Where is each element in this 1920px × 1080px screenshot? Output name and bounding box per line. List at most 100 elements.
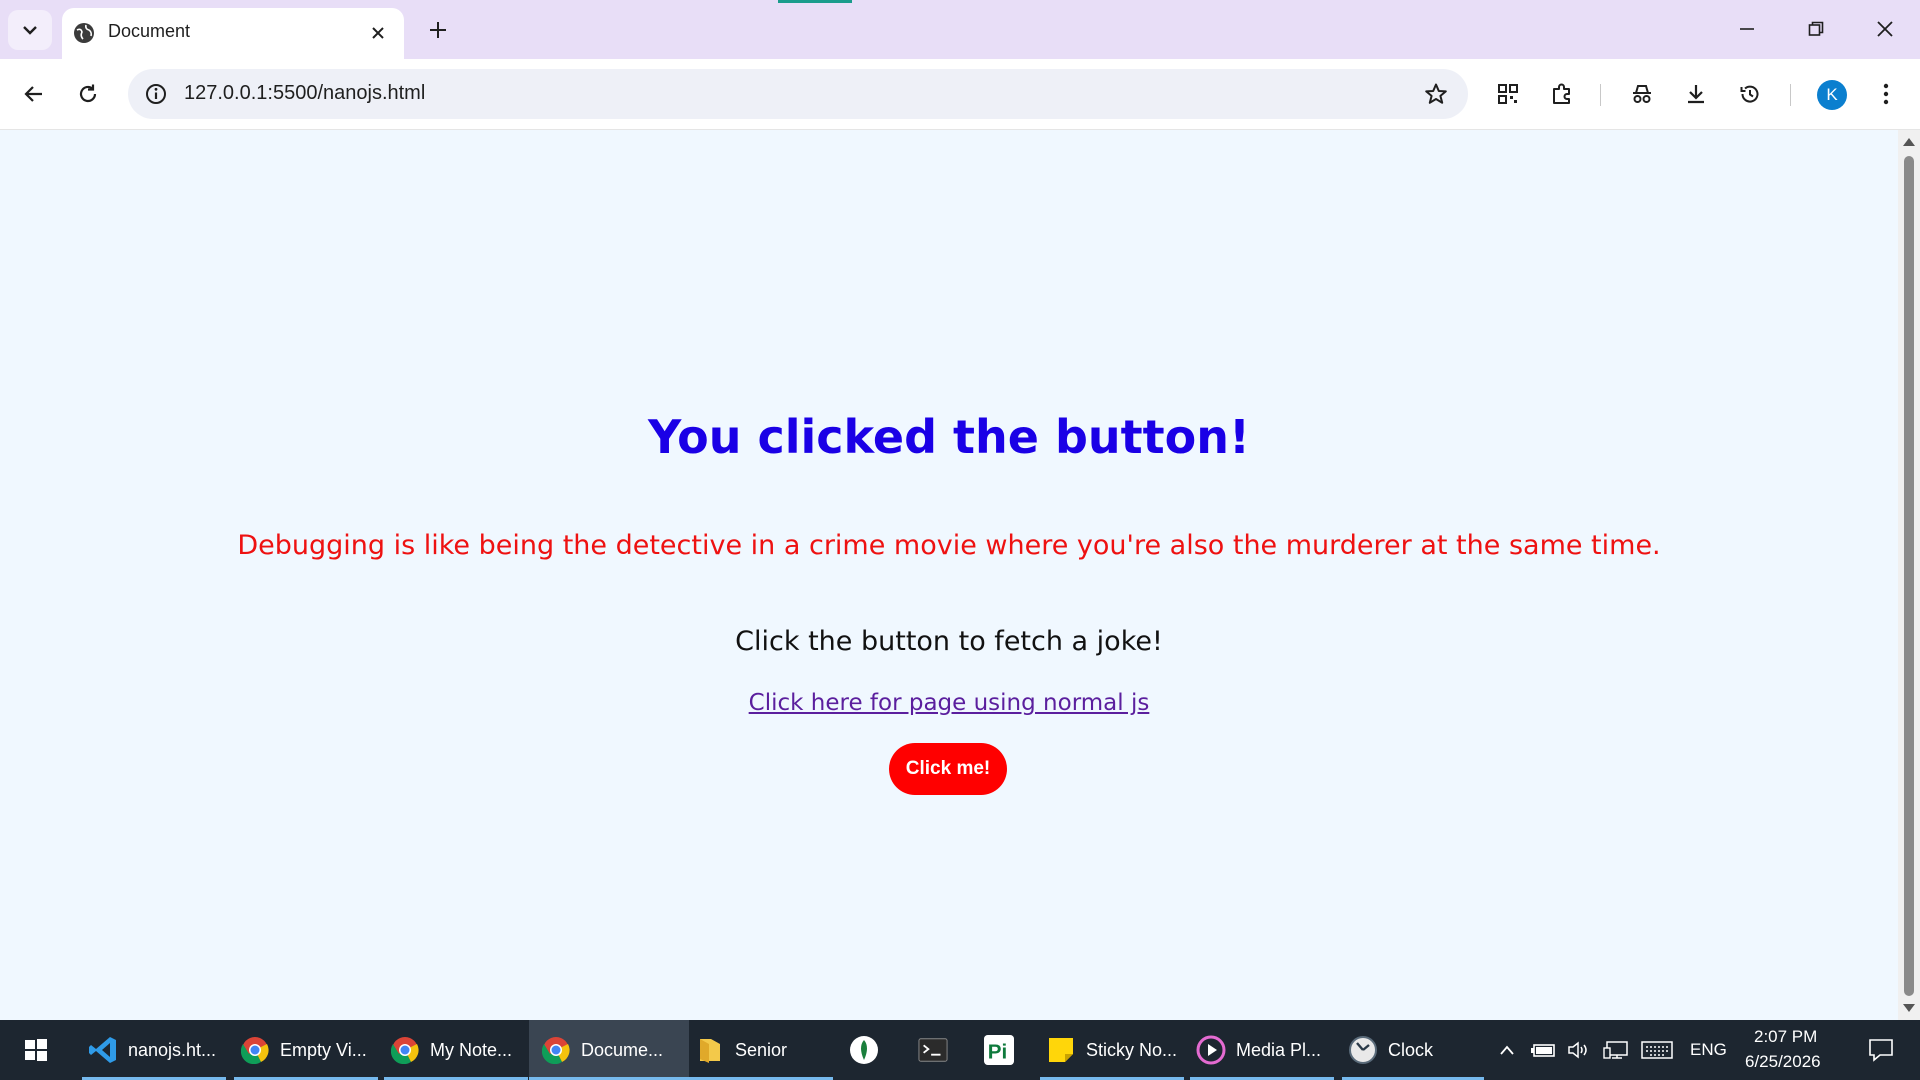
star-icon: [1425, 83, 1447, 104]
chrome-icon: [240, 1035, 270, 1065]
chrome-icon: [541, 1035, 571, 1065]
windows-logo-icon: [25, 1039, 47, 1061]
page-viewport: You clicked the button! Debugging is lik…: [0, 130, 1898, 1020]
touch-keyboard-tray[interactable]: [1640, 1020, 1674, 1080]
volume-tray[interactable]: [1566, 1020, 1592, 1080]
profile-avatar[interactable]: K: [1817, 80, 1847, 110]
input-language[interactable]: ENG: [1690, 1040, 1727, 1060]
taskbar-item-pi[interactable]: Pi: [976, 1020, 1022, 1080]
reload-button[interactable]: [70, 76, 106, 112]
taskbar-item-chrome-1[interactable]: Empty Vi...: [234, 1020, 378, 1080]
close-window-button[interactable]: [1860, 8, 1910, 50]
minimize-button[interactable]: [1722, 8, 1772, 50]
scroll-down-arrow-icon[interactable]: [1903, 1004, 1915, 1012]
chevron-up-icon: [1500, 1045, 1514, 1055]
qr-code-button[interactable]: [1490, 76, 1526, 112]
taskbar-item-file-explorer[interactable]: Senior: [687, 1020, 833, 1080]
taskbar-item-label: Media Pl...: [1236, 1039, 1322, 1060]
link-container: Click here for page using normal js: [0, 690, 1898, 716]
browser-toolbar: 127.0.0.1:5500/nanojs.html K: [0, 59, 1920, 130]
url-text[interactable]: 127.0.0.1:5500/nanojs.html: [184, 82, 425, 105]
incognito-icon: [1633, 85, 1651, 103]
windows-taskbar: nanojs.ht... Empty Vi... My Note... Docu…: [0, 1020, 1920, 1080]
browser-titlebar: Document: [0, 0, 1920, 59]
taskbar-item-sticky-notes[interactable]: Sticky No...: [1040, 1020, 1184, 1080]
incognito-button[interactable]: [1624, 76, 1660, 112]
tray-date[interactable]: 6/25/2026: [1745, 1052, 1821, 1072]
bookmark-button[interactable]: [1422, 80, 1450, 108]
keyboard-icon: [1641, 1041, 1673, 1059]
plus-icon: [430, 22, 446, 38]
reload-icon: [79, 84, 97, 103]
site-info-button[interactable]: [140, 78, 172, 110]
taskbar-item-label: Empty Vi...: [280, 1039, 367, 1060]
back-arrow-icon: [24, 86, 42, 102]
minimize-icon: [1740, 28, 1754, 30]
media-player-icon: [1196, 1035, 1226, 1065]
new-tab-button[interactable]: [422, 14, 454, 46]
taskbar-item-label: Sticky No...: [1086, 1039, 1178, 1060]
extensions-button[interactable]: [1544, 76, 1580, 112]
taskbar-item-label: Senior: [735, 1039, 788, 1060]
browser-menu-button[interactable]: [1868, 76, 1904, 112]
joke-text: Debugging is like being the detective in…: [237, 530, 1661, 561]
page-heading: You clicked the button!: [648, 410, 1250, 464]
vertical-scrollbar[interactable]: [1898, 130, 1920, 1020]
terminal-icon: [918, 1035, 948, 1065]
downloads-button[interactable]: [1678, 76, 1714, 112]
battery-tray[interactable]: [1530, 1020, 1558, 1080]
toolbar-separator: [1600, 84, 1601, 106]
sticky-notes-icon: [1046, 1035, 1076, 1065]
battery-icon: [1531, 1044, 1555, 1057]
taskbar-item-label: Docume...: [581, 1039, 664, 1060]
clock-icon: [1348, 1035, 1378, 1065]
tab-close-button[interactable]: [364, 19, 392, 47]
taskbar-item-vscode[interactable]: nanojs.ht...: [82, 1020, 226, 1080]
show-hidden-icons-button[interactable]: [1496, 1020, 1518, 1080]
tab-document[interactable]: Document: [62, 8, 404, 59]
back-button[interactable]: [16, 76, 52, 112]
taskbar-item-mongodb[interactable]: [842, 1020, 886, 1080]
network-icon: [1603, 1041, 1628, 1059]
more-vertical-icon: [1883, 83, 1889, 105]
tab-loading-indicator: [778, 0, 852, 3]
globe-icon: [74, 23, 94, 43]
scroll-up-arrow-icon[interactable]: [1903, 138, 1915, 146]
restore-button[interactable]: [1791, 8, 1841, 50]
pi-icon: Pi: [984, 1035, 1014, 1065]
notification-icon: [1869, 1039, 1893, 1062]
tab-search-button[interactable]: [8, 10, 52, 50]
click-me-button[interactable]: Click me!: [889, 743, 1007, 795]
history-button[interactable]: [1732, 76, 1768, 112]
download-icon: [1688, 85, 1704, 104]
close-icon: [372, 27, 384, 39]
instruction-text: Click the button to fetch a joke!: [735, 626, 1163, 657]
mongodb-icon: [849, 1035, 879, 1065]
info-icon: [146, 84, 166, 104]
notification-center-button[interactable]: [1856, 1020, 1906, 1080]
folder-icon: [695, 1035, 725, 1065]
chrome-icon: [390, 1035, 420, 1065]
chevron-down-icon: [23, 26, 37, 35]
start-button[interactable]: [10, 1020, 62, 1080]
taskbar-item-label: My Note...: [430, 1039, 513, 1060]
taskbar-item-chrome-document[interactable]: Docume...: [529, 1020, 689, 1080]
taskbar-item-clock[interactable]: Clock: [1342, 1020, 1484, 1080]
qr-code-icon: [1498, 84, 1518, 104]
scroll-thumb[interactable]: [1904, 156, 1914, 996]
vscode-icon: [88, 1035, 118, 1065]
restore-icon: [1808, 21, 1824, 36]
taskbar-item-terminal[interactable]: [910, 1020, 956, 1080]
taskbar-item-chrome-2[interactable]: My Note...: [384, 1020, 528, 1080]
normal-js-page-link[interactable]: Click here for page using normal js: [749, 690, 1150, 716]
close-icon: [1877, 21, 1893, 37]
address-bar[interactable]: 127.0.0.1:5500/nanojs.html: [128, 69, 1468, 119]
network-tray[interactable]: [1602, 1020, 1630, 1080]
history-icon: [1740, 85, 1759, 103]
puzzle-piece-icon: [1553, 83, 1570, 104]
tab-title: Document: [108, 21, 191, 41]
tray-time[interactable]: 2:07 PM: [1754, 1027, 1817, 1047]
taskbar-item-label: Clock: [1388, 1039, 1434, 1060]
svg-text:Pi: Pi: [988, 1040, 1007, 1063]
taskbar-item-media-player[interactable]: Media Pl...: [1190, 1020, 1334, 1080]
